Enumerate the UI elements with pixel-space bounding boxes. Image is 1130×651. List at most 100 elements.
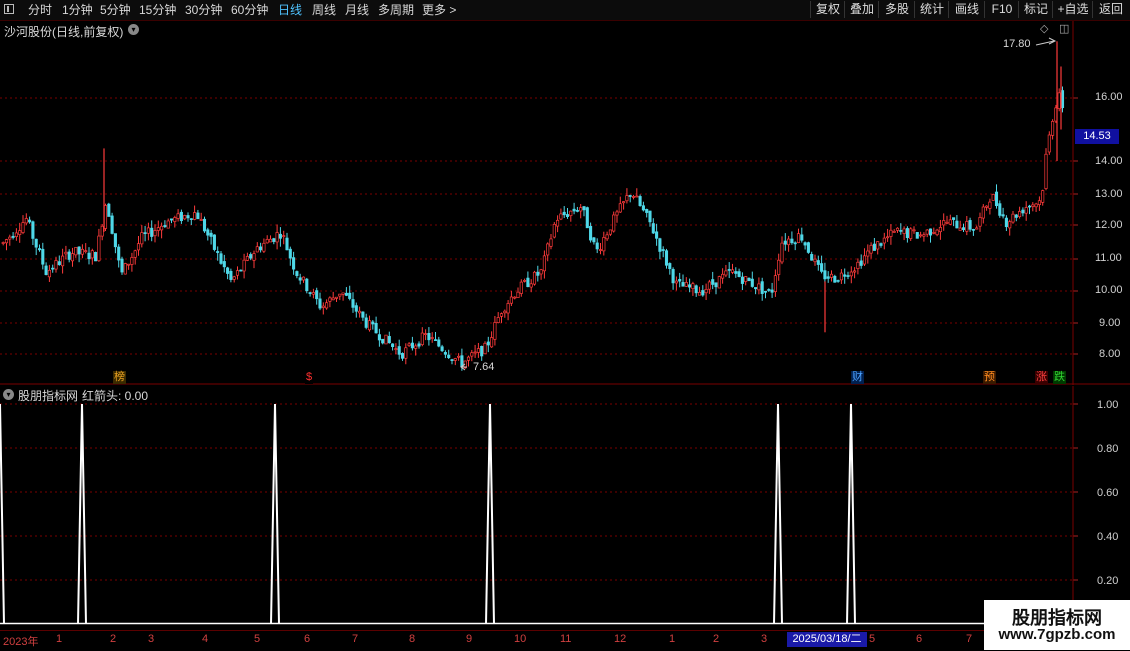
time-label: 7 bbox=[352, 633, 359, 645]
y-tick-10: 10.00 bbox=[1095, 284, 1123, 296]
candle-body bbox=[54, 260, 58, 270]
candle-body bbox=[952, 217, 956, 220]
candle-body bbox=[202, 218, 207, 232]
event-marker-die[interactable]: 跌 bbox=[1053, 371, 1066, 384]
candle-body bbox=[532, 271, 537, 285]
f10-button[interactable]: F10 bbox=[984, 1, 1019, 18]
candle-body bbox=[664, 250, 669, 266]
stock-title[interactable]: 沙河股份(日线,前复权) bbox=[4, 23, 123, 40]
draw-line-button[interactable]: 画线 bbox=[948, 1, 985, 18]
candle-body bbox=[615, 211, 619, 216]
candle-body bbox=[252, 253, 256, 261]
period-tab-1min[interactable]: 1分钟 bbox=[62, 2, 93, 18]
candle-body bbox=[1001, 214, 1005, 217]
indicator-name[interactable]: 股朋指标网 bbox=[18, 387, 78, 404]
candle-body bbox=[575, 210, 579, 212]
candle-body bbox=[219, 253, 223, 264]
indicator-grid bbox=[0, 403, 1078, 581]
panel-toggle-icon[interactable] bbox=[4, 4, 14, 14]
candle-body bbox=[361, 311, 365, 318]
candle-body bbox=[440, 346, 444, 352]
period-tab-more[interactable]: 更多 > bbox=[422, 2, 456, 18]
back-button[interactable]: 返回 bbox=[1092, 1, 1129, 18]
candle-body bbox=[110, 215, 114, 234]
period-tab-daily[interactable]: 日线 bbox=[278, 2, 302, 18]
period-tab-fenshi[interactable]: 分时 bbox=[28, 2, 52, 18]
candle-body bbox=[476, 348, 480, 353]
time-label: 8 bbox=[409, 633, 416, 645]
watermark-url: www.7gpzb.com bbox=[998, 626, 1116, 643]
candle-body bbox=[704, 289, 708, 294]
event-marker-bang[interactable]: 榜 bbox=[113, 371, 126, 384]
overlay-button[interactable]: 叠加 bbox=[844, 1, 879, 18]
candle-body bbox=[635, 195, 639, 198]
candle-body bbox=[744, 276, 748, 282]
candle-body bbox=[453, 358, 457, 361]
multi-stock-button[interactable]: 多股 bbox=[878, 1, 915, 18]
candle-body bbox=[899, 230, 903, 232]
candle-body bbox=[242, 259, 246, 272]
candle-body bbox=[100, 225, 104, 237]
candle-body bbox=[826, 276, 830, 279]
candle-body bbox=[572, 208, 576, 212]
period-tab-multi[interactable]: 多周期 bbox=[378, 2, 414, 18]
event-marker-zhang[interactable]: 涨 bbox=[1035, 371, 1048, 384]
candle-body bbox=[559, 213, 563, 220]
period-tab-15min[interactable]: 15分钟 bbox=[139, 2, 176, 18]
candle-body bbox=[638, 196, 642, 206]
stats-button[interactable]: 统计 bbox=[914, 1, 949, 18]
candle-body bbox=[473, 351, 477, 354]
candle-body bbox=[11, 235, 15, 238]
candle-body bbox=[443, 352, 447, 355]
candle-body bbox=[948, 219, 952, 225]
time-axis[interactable]: 2023年 1 2 3 4 5 6 7 8 9 10 11 12 1 2 3 2… bbox=[0, 630, 1130, 651]
period-tab-5min[interactable]: 5分钟 bbox=[100, 2, 131, 18]
period-tab-monthly[interactable]: 月线 bbox=[345, 2, 369, 18]
candle-body bbox=[622, 201, 626, 204]
candle-body bbox=[179, 211, 183, 222]
candle-body bbox=[820, 263, 824, 272]
candle-body bbox=[57, 261, 61, 266]
fuquan-button[interactable]: 复权 bbox=[810, 1, 845, 18]
mark-button[interactable]: 标记 bbox=[1018, 1, 1053, 18]
candle-body bbox=[569, 210, 573, 217]
candle-body bbox=[641, 205, 645, 211]
price-chart[interactable] bbox=[0, 21, 1130, 385]
candle-body bbox=[417, 343, 421, 347]
candle-body bbox=[420, 332, 424, 345]
candle-body bbox=[790, 238, 794, 244]
event-marker-dollar[interactable]: $ bbox=[305, 371, 314, 384]
candle-body bbox=[945, 221, 949, 224]
period-tab-30min[interactable]: 30分钟 bbox=[185, 2, 222, 18]
diamond-icon[interactable]: ◇ bbox=[1040, 22, 1048, 35]
candle-body bbox=[754, 287, 758, 290]
event-marker-cai[interactable]: 财 bbox=[851, 371, 864, 384]
candle-body bbox=[77, 246, 81, 255]
indicator-chart[interactable] bbox=[0, 386, 1130, 630]
candle-body bbox=[598, 249, 603, 251]
ind-y-tick-020: 0.20 bbox=[1097, 575, 1119, 587]
candle-body bbox=[1021, 209, 1025, 214]
event-marker-yu[interactable]: 预 bbox=[983, 371, 996, 384]
period-tab-weekly[interactable]: 周线 bbox=[312, 2, 336, 18]
indicator-series-label: 红箭头: 0.00 bbox=[82, 389, 149, 403]
candle-body bbox=[480, 345, 484, 357]
indicator-chevron-icon[interactable]: ▾ bbox=[3, 389, 14, 400]
candle-body bbox=[938, 227, 942, 233]
candle-body bbox=[410, 342, 414, 349]
low-price-label: 7.64 bbox=[473, 361, 495, 373]
add-watchlist-button[interactable]: +自选 bbox=[1052, 1, 1093, 18]
chevron-down-icon[interactable]: ▾ bbox=[128, 24, 139, 35]
candle-body bbox=[958, 227, 962, 231]
high-price-label: 17.80 bbox=[1003, 38, 1031, 50]
candle-body bbox=[470, 352, 474, 357]
candle-body bbox=[919, 234, 923, 237]
candle-body bbox=[516, 291, 520, 298]
candle-body bbox=[506, 303, 510, 314]
period-tab-60min[interactable]: 60分钟 bbox=[231, 2, 268, 18]
candle-body bbox=[1041, 190, 1045, 203]
candle-body bbox=[70, 253, 75, 262]
candle-body bbox=[61, 255, 65, 267]
candle-body bbox=[922, 234, 926, 237]
layout-toggle-icon[interactable]: ◫ bbox=[1059, 22, 1069, 35]
